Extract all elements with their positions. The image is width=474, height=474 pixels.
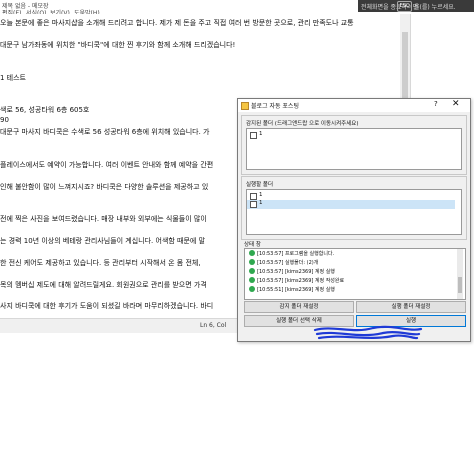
editor-line: 는 경력 10년 이상의 베테랑 관리사님들이 계십니다. 어색함 때문에 말 [0, 237, 206, 245]
status-label: 상태 창 [244, 242, 261, 248]
log-scrollbar[interactable] [457, 249, 463, 299]
editor-line: 색로 56, 성공타워 6층 605호 [0, 106, 90, 115]
redaction-scribble [313, 325, 423, 340]
exec-folder-reset-button[interactable]: 실행 폴더 재설정 [356, 301, 466, 313]
log-line: [10:55:51] [kims2369] 계정 실행 [249, 285, 335, 293]
editor-line: 1 테스트 [0, 73, 26, 82]
esc-key-badge: ESC [397, 1, 412, 12]
app-icon [241, 102, 249, 110]
editor-line: 플레이스에서도 예약이 가능합니다. 여러 이벤트 안내와 함께 예약을 간편 [0, 160, 214, 169]
close-button[interactable]: ✕ [452, 99, 460, 109]
log-scrollbar-thumb[interactable] [458, 277, 462, 293]
watch-item-label: 1 [259, 131, 263, 137]
watch-folder-group: 감지된 폴더 (드래그앤드랍 으로 이동시켜주세요) 1 [241, 115, 467, 175]
exec-item-label: 1 [259, 192, 263, 198]
success-icon [249, 267, 255, 274]
help-button[interactable]: ? [434, 100, 438, 108]
editor-line: 전에 찍은 사진을 보여드렸습니다. 매장 내부와 외부에는 식물들이 많이 [0, 215, 207, 224]
success-icon [249, 285, 255, 292]
editor-line: 인해 불안함이 많이 느껴지시죠? 바디쿡은 다양한 솔루션을 제공하고 있 [0, 182, 209, 191]
auto-post-dialog: 블로그 자동 포스팅 ? ✕ 감지된 폴더 (드래그앤드랍 으로 이동시켜주세요… [237, 98, 471, 342]
success-icon [249, 276, 255, 283]
exec-item-checkbox[interactable] [250, 193, 257, 200]
watch-folder-label: 감지된 폴더 (드래그앤드랍 으로 이동시켜주세요) [246, 121, 359, 127]
editor-line: 대문구 마사지 바디쿡은 수색로 56 성공타워 6층에 위치해 있습니다. 가 [0, 128, 210, 136]
cursor-position: Ln 6, Col [200, 322, 227, 329]
log-line: [10:53:57] 프로그램을 실행합니다. [249, 249, 334, 257]
watch-folder-reset-button[interactable]: 감지 폴더 재설정 [244, 301, 354, 313]
log-line: [10:53:57] 실행폴더: (2)개 [249, 258, 318, 266]
dialog-title: 블로그 자동 포스팅 [251, 103, 299, 110]
editor-line: 대문구 남가좌동에 위치한 "바디쿡"에 대한 찐 후기와 함께 소개해 드리겠… [0, 40, 236, 49]
editor-line: 90 [0, 116, 9, 125]
fullscreen-notice-suffix: 을(를) 누르세요. [414, 4, 456, 11]
exec-item-label: 1 [259, 200, 263, 206]
editor-line: 목의 멤버십 제도에 대해 알려드릴게요. 회원권으로 관리를 받으면 가격 [0, 280, 207, 289]
success-icon [249, 258, 255, 265]
editor-line: 오늘 본문에 좋은 마사지샵을 소개해 드리려고 합니다. 제가 제 돈을 주고… [0, 19, 354, 27]
success-icon [249, 249, 255, 256]
exec-folder-group: 실행할 폴더 1 1 [241, 176, 467, 240]
editor-line: 사지 바디쿡에 대한 후기가 도움이 되셨길 바라며 마무리하겠습니다. 바디 [0, 302, 214, 311]
editor-line: 한 전신 케어도 제공하고 있습니다. 등 관리부터 시작해서 온 몸 전체, [0, 258, 201, 267]
status-log[interactable]: [10:53:57] 프로그램을 실행합니다. [10:53:57] 실행폴더:… [244, 248, 466, 300]
watch-item-checkbox[interactable] [250, 132, 257, 139]
exec-folder-label: 실행할 폴더 [246, 182, 274, 188]
exec-item-checkbox[interactable] [250, 201, 257, 208]
dialog-titlebar: 블로그 자동 포스팅 ? ✕ [238, 99, 470, 112]
exec-item-selected[interactable]: 1 [247, 200, 455, 209]
scrollbar-thumb[interactable] [402, 32, 408, 102]
log-line: [10:53:57] [kims2369] 계정 작성완료 [249, 276, 344, 284]
watch-folder-list[interactable]: 1 [246, 128, 462, 170]
exec-folder-list[interactable]: 1 1 [246, 189, 462, 235]
log-line: [10:53:57] [kims2369] 계정 실행 [249, 267, 335, 275]
fullscreen-notice: 전체화면을 종료하려면 ESC 을(를) 누르세요. [358, 0, 474, 12]
